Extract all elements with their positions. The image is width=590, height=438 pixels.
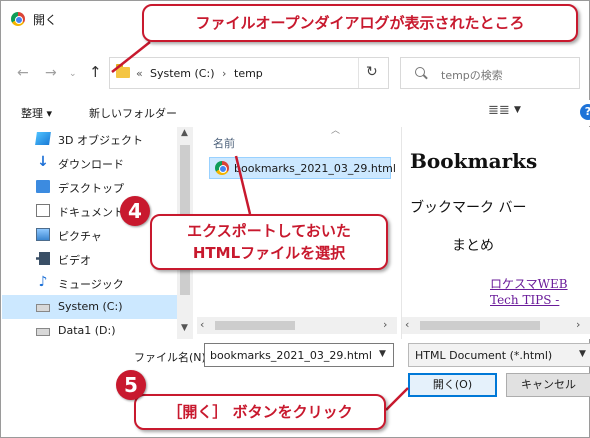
filename-value: bookmarks_2021_03_29.html bbox=[210, 349, 372, 362]
nav-item-music[interactable]: ♪ ミュージック bbox=[2, 271, 177, 295]
filetype-select[interactable]: HTML Document (*.html) ▼ bbox=[408, 343, 590, 367]
organize-button[interactable]: 整理 ▾ bbox=[21, 105, 52, 121]
nav-label: ピクチャ bbox=[58, 230, 102, 243]
preview-bookmark-bar: ブックマーク バー bbox=[410, 200, 527, 216]
chevron-down-icon: ▼ bbox=[579, 349, 586, 359]
breadcrumb-folder[interactable]: temp bbox=[234, 67, 263, 80]
forward-arrow-icon[interactable]: → bbox=[45, 65, 57, 81]
callout-line: HTMLファイルを選択 bbox=[192, 244, 346, 262]
nav-item-data1-d[interactable]: Data1 (D:) bbox=[2, 319, 177, 343]
scroll-down-icon[interactable]: ▼ bbox=[181, 323, 188, 333]
scroll-thumb[interactable] bbox=[420, 321, 540, 330]
preview-link[interactable]: Tech TIPS - bbox=[490, 293, 559, 307]
desktop-icon bbox=[36, 180, 50, 193]
help-icon[interactable]: ? bbox=[580, 104, 590, 120]
document-icon bbox=[36, 204, 50, 217]
breadcrumb-overflow[interactable]: « bbox=[136, 67, 143, 80]
chrome-file-icon bbox=[215, 161, 229, 175]
nav-item-desktop[interactable]: デスクトップ bbox=[2, 175, 177, 199]
drive-icon bbox=[36, 328, 50, 336]
file-row[interactable]: bookmarks_2021_03_29.html bbox=[209, 157, 396, 179]
pictures-icon bbox=[36, 228, 50, 241]
search-box[interactable]: tempの検索 bbox=[400, 57, 580, 89]
nav-item-system-c[interactable]: System (C:) bbox=[2, 295, 177, 319]
callout-select-file: エクスポートしておいた HTMLファイルを選択 bbox=[150, 214, 388, 270]
download-icon: ↓ bbox=[37, 154, 49, 170]
view-options-chevron-icon[interactable]: ▼ bbox=[514, 105, 521, 115]
preview-pane: Bookmarks ブックマーク バー まとめ ロケスマWEB Tech TIP… bbox=[401, 127, 590, 339]
nav-label: ドキュメント bbox=[58, 206, 124, 219]
filename-input[interactable]: bookmarks_2021_03_29.html ▼ bbox=[204, 343, 394, 367]
chrome-app-icon bbox=[11, 12, 25, 26]
callout-click-open: ［開く］ ボタンをクリック bbox=[134, 394, 386, 430]
scroll-right-icon[interactable]: › bbox=[576, 318, 580, 331]
preview-summary: まとめ bbox=[452, 238, 494, 254]
back-arrow-icon[interactable]: ← bbox=[17, 65, 29, 81]
nav-label: Data1 (D:) bbox=[58, 324, 116, 337]
column-header-name[interactable]: 名前 bbox=[213, 135, 235, 151]
scroll-right-icon[interactable]: › bbox=[383, 318, 387, 331]
nav-label: ビデオ bbox=[58, 254, 91, 267]
search-placeholder: tempの検索 bbox=[441, 69, 503, 82]
file-name: bookmarks_2021_03_29.html bbox=[234, 162, 396, 175]
scroll-left-icon[interactable]: ‹ bbox=[200, 318, 204, 331]
nav-label: ダウンロード bbox=[58, 158, 124, 171]
command-toolbar: 整理 ▾ 新しいフォルダー ≣≣ ▼ ? bbox=[2, 100, 590, 126]
video-icon bbox=[36, 252, 50, 265]
view-options-icon[interactable]: ≣≣ bbox=[488, 103, 510, 118]
address-divider bbox=[358, 58, 359, 88]
scroll-up-icon[interactable]: ▲ bbox=[181, 128, 188, 138]
breadcrumb-drive[interactable]: System (C:) bbox=[150, 67, 215, 80]
sort-chevron-icon: ︿ bbox=[331, 126, 341, 136]
callout-line: エクスポートしておいた bbox=[187, 222, 351, 240]
up-arrow-icon[interactable]: ↑ bbox=[89, 63, 102, 81]
filetype-value: HTML Document (*.html) bbox=[415, 349, 553, 362]
nav-label: デスクトップ bbox=[58, 182, 124, 195]
scroll-left-icon[interactable]: ‹ bbox=[405, 318, 409, 331]
preview-link[interactable]: ロケスマWEB bbox=[490, 275, 568, 292]
new-folder-button[interactable]: 新しいフォルダー bbox=[89, 105, 177, 121]
refresh-icon[interactable]: ↻ bbox=[366, 64, 378, 80]
window-title: 開く bbox=[33, 13, 58, 27]
callout-dialog-shown: ファイルオープンダイアログが表示されたところ bbox=[142, 4, 578, 42]
filename-label: ファイル名(N): bbox=[134, 351, 210, 364]
nav-label: 3D オブジェクト bbox=[58, 134, 143, 147]
3d-objects-icon bbox=[35, 132, 51, 145]
drive-icon bbox=[36, 304, 50, 312]
recent-locations-chevron-icon[interactable]: ⌄ bbox=[69, 69, 77, 79]
preview-heading: Bookmarks bbox=[410, 149, 538, 173]
step-badge: 4 bbox=[120, 196, 150, 226]
nav-label: System (C:) bbox=[58, 300, 123, 313]
folder-icon bbox=[116, 64, 130, 78]
nav-item-downloads[interactable]: ↓ ダウンロード bbox=[2, 151, 177, 175]
music-icon: ♪ bbox=[38, 274, 48, 290]
scroll-thumb[interactable] bbox=[215, 321, 295, 330]
preview-hscrollbar[interactable]: ‹ › bbox=[402, 317, 590, 334]
file-list-hscrollbar[interactable]: ‹ › bbox=[197, 317, 397, 334]
open-button[interactable]: 開く(O) bbox=[408, 373, 497, 397]
cancel-button[interactable]: キャンセル bbox=[506, 373, 590, 397]
nav-label: ミュージック bbox=[58, 278, 124, 291]
search-icon bbox=[415, 67, 425, 77]
step-badge: 5 bbox=[116, 370, 146, 400]
address-bar[interactable]: « System (C:) › temp ↻ bbox=[109, 57, 389, 89]
nav-item-3d-objects[interactable]: 3D オブジェクト bbox=[2, 127, 177, 151]
breadcrumb-separator: › bbox=[222, 67, 227, 80]
filename-dropdown-icon[interactable]: ▼ bbox=[379, 349, 386, 359]
